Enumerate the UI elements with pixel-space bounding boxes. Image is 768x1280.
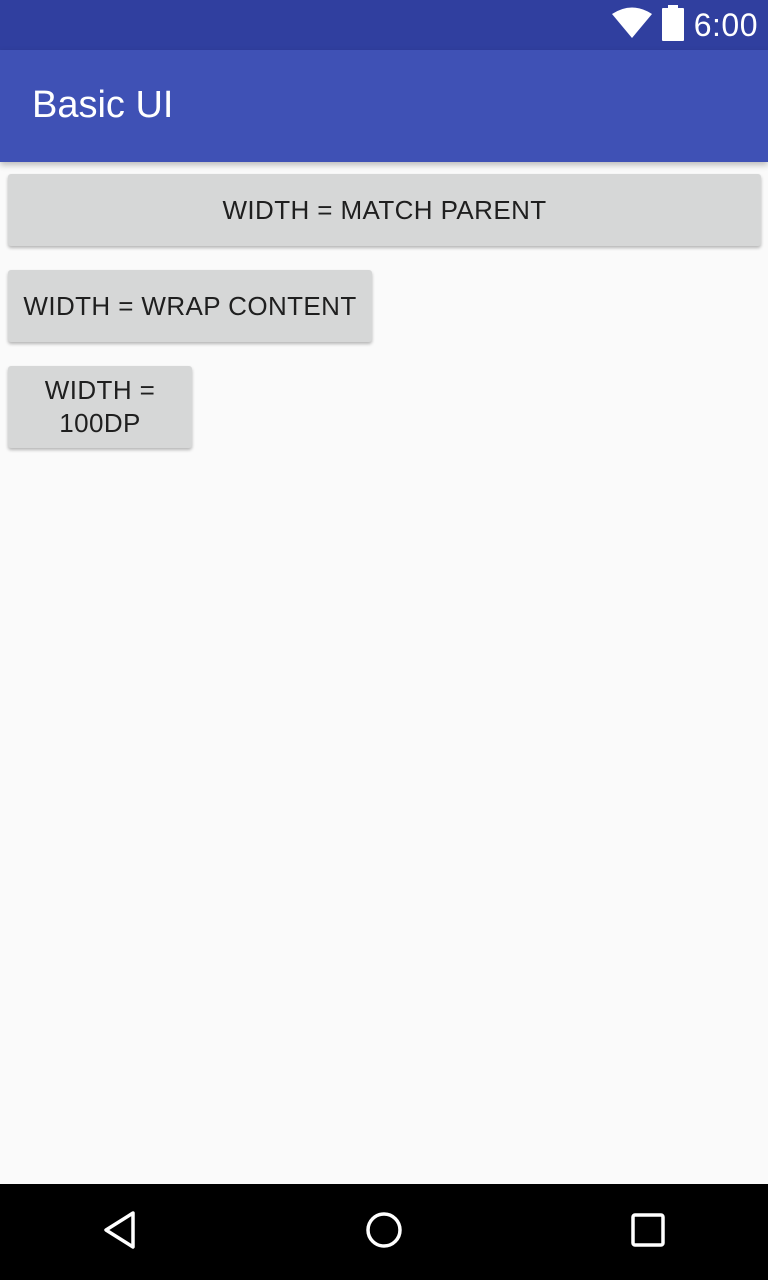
recents-icon (628, 1210, 668, 1255)
fixed-100dp-button-label: WIDTH = 100DP (45, 374, 155, 440)
fixed-100dp-button[interactable]: WIDTH = 100DP (8, 366, 192, 448)
navigation-bar (0, 1184, 768, 1280)
main-content: WIDTH = MATCH PARENT WIDTH = WRAP CONTEN… (0, 162, 768, 1184)
wrap-content-button-label: WIDTH = WRAP CONTENT (23, 290, 357, 321)
fixed-100dp-label-line1: WIDTH = (44, 375, 156, 405)
recents-button[interactable] (600, 1184, 696, 1280)
status-icons: 6:00 (611, 0, 758, 50)
home-button[interactable] (336, 1184, 432, 1280)
status-time: 6:00 (693, 6, 758, 43)
battery-icon (661, 4, 684, 46)
wrap-content-button[interactable]: WIDTH = WRAP CONTENT (8, 270, 372, 342)
back-icon (100, 1210, 140, 1255)
status-bar: 6:00 (0, 0, 768, 50)
match-parent-button-label: WIDTH = MATCH PARENT (222, 194, 547, 225)
match-parent-button[interactable]: WIDTH = MATCH PARENT (8, 174, 761, 246)
app-bar: Basic UI (0, 50, 768, 162)
home-icon (364, 1210, 404, 1255)
fixed-100dp-label-line2: 100DP (59, 408, 141, 438)
back-button[interactable] (72, 1184, 168, 1280)
wifi-icon (611, 7, 652, 44)
app-title: Basic UI (32, 84, 174, 126)
